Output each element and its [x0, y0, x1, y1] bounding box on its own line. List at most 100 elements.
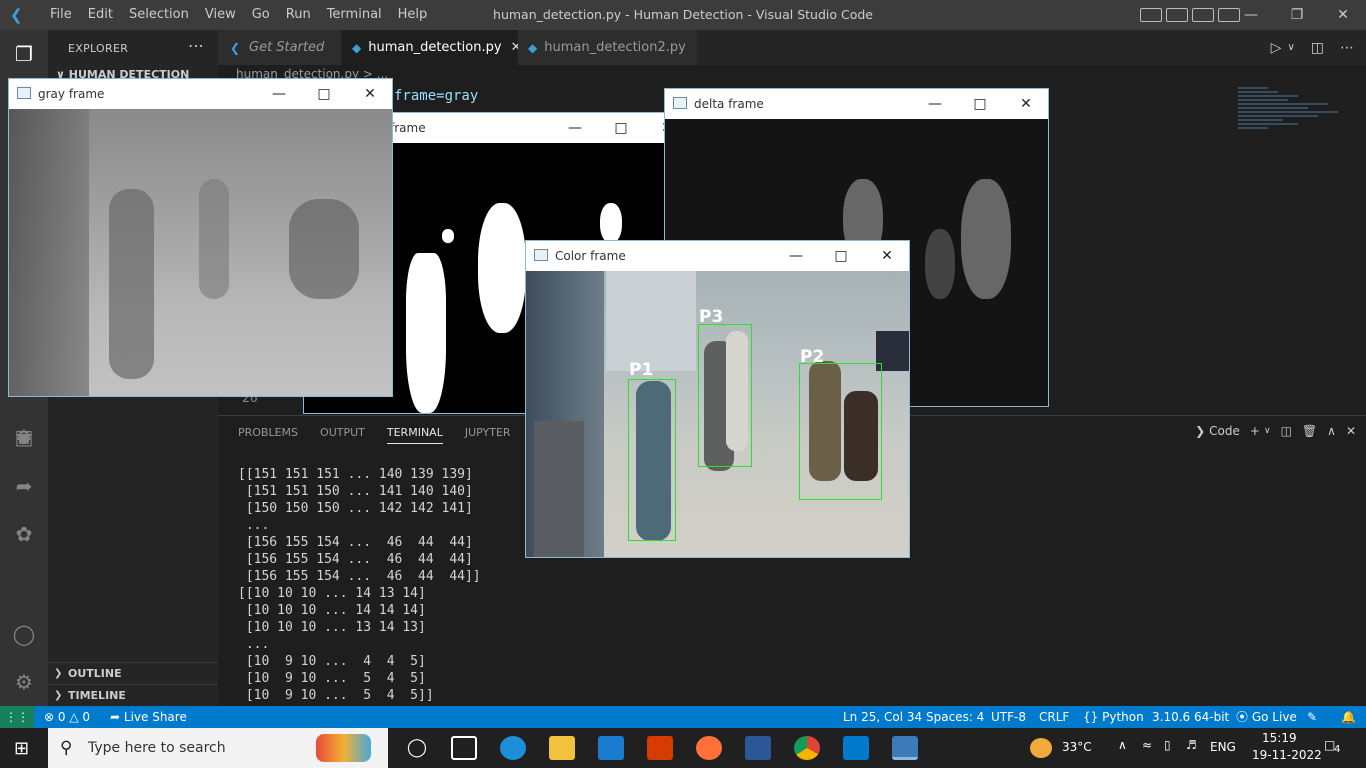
toggle-panel-icon[interactable]	[1166, 8, 1188, 22]
feedback-icon[interactable]: ✎	[1307, 706, 1317, 728]
menu-terminal[interactable]: Terminal	[319, 0, 390, 30]
window-title: delta frame	[694, 97, 764, 111]
cursor-position[interactable]: Ln 25, Col 34	[843, 706, 922, 728]
color-frame-image: P1 P2 P3	[526, 271, 909, 557]
window-titlebar[interactable]: Color frame — □ ✕	[526, 241, 909, 271]
live-share-icon[interactable]: ➦	[12, 474, 36, 498]
vscode-taskbar-icon[interactable]	[843, 736, 869, 760]
language-mode[interactable]: {} Python	[1083, 706, 1144, 728]
encoding[interactable]: UTF-8	[991, 706, 1026, 728]
chrome-icon[interactable]	[794, 736, 820, 760]
tab-human-detection2[interactable]: ◆ human_detection2.py	[518, 30, 698, 65]
python-interpreter[interactable]: 3.10.6 64-bit	[1152, 706, 1229, 728]
maximize-button[interactable]: □	[957, 89, 1003, 119]
menu-view[interactable]: View	[197, 0, 244, 30]
python-icon[interactable]: ✿	[12, 522, 36, 546]
notifications-icon[interactable]: 🔔	[1341, 706, 1356, 728]
cortana-icon[interactable]: ◯	[404, 736, 430, 760]
go-live-status[interactable]: ⦿ Go Live	[1236, 706, 1297, 728]
office-icon[interactable]	[647, 736, 673, 760]
minimize-button[interactable]: —	[552, 113, 598, 143]
minimize-button[interactable]: —	[256, 79, 302, 109]
weather-temp[interactable]: 33°C	[1062, 740, 1092, 754]
edge-icon[interactable]	[500, 736, 526, 760]
chevron-down-icon[interactable]: ∨	[1264, 426, 1271, 436]
menu-file[interactable]: File	[42, 0, 80, 30]
gray-frame-window[interactable]: gray frame — □ ✕	[8, 78, 393, 397]
minimap[interactable]	[1238, 85, 1348, 165]
close-panel-icon[interactable]: ✕	[1346, 424, 1356, 438]
task-view-icon[interactable]	[451, 736, 477, 760]
timeline-section[interactable]: ❯ TIMELINE	[48, 684, 218, 706]
color-frame-window[interactable]: Color frame — □ ✕ P1 P2 P3	[525, 240, 910, 558]
maximize-button[interactable]: □	[818, 241, 864, 271]
menu-help[interactable]: Help	[390, 0, 436, 30]
mail-icon[interactable]	[598, 736, 624, 760]
python-taskbar-icon[interactable]	[892, 736, 918, 760]
taskbar-search[interactable]: ⚲ Type here to search	[48, 728, 388, 768]
explorer-icon[interactable]: ❐	[12, 42, 36, 66]
close-button[interactable]: ✕	[1003, 89, 1048, 119]
menu-edit[interactable]: Edit	[80, 0, 121, 30]
word-icon[interactable]	[745, 736, 771, 760]
clock-time[interactable]: 15:19	[1262, 731, 1297, 745]
restore-button[interactable]: ❐	[1274, 0, 1320, 30]
maximize-button[interactable]: □	[598, 113, 644, 143]
window-titlebar[interactable]: gray frame — □ ✕	[9, 79, 392, 109]
tab-human-detection[interactable]: ◆ human_detection.py ✕	[342, 30, 521, 65]
gray-frame-image	[9, 109, 392, 396]
chevron-down-icon[interactable]: ∨	[1287, 42, 1294, 53]
windows-start-icon[interactable]: ⊞	[14, 738, 29, 759]
settings-gear-icon[interactable]: ⚙	[12, 670, 36, 694]
tab-terminal[interactable]: TERMINAL	[386, 426, 443, 444]
file-explorer-icon[interactable]	[549, 736, 575, 760]
chevron-up-icon[interactable]: ∧	[1118, 738, 1127, 752]
split-terminal-icon[interactable]: ◫	[1281, 424, 1292, 438]
terminal-profile[interactable]: Code	[1209, 424, 1240, 438]
minimize-button[interactable]: —	[773, 241, 819, 271]
minimize-button[interactable]: —	[912, 89, 958, 119]
more-actions-icon[interactable]: ⋯	[1340, 40, 1354, 56]
close-button[interactable]: ✕	[1320, 0, 1366, 30]
trash-icon[interactable]: 🗑	[1302, 424, 1317, 438]
battery-icon[interactable]: ▯	[1164, 738, 1171, 752]
network-icon[interactable]: ≈	[1142, 738, 1152, 752]
live-share-status[interactable]: ➦ Live Share	[110, 706, 187, 728]
firefox-icon[interactable]	[696, 736, 722, 760]
tab-get-started[interactable]: ❮ Get Started	[218, 30, 342, 65]
window-titlebar[interactable]: delta frame — □ ✕	[665, 89, 1048, 119]
more-actions-icon[interactable]: ⋯	[188, 36, 204, 55]
terminal-line: [151 151 150 ... 141 140 140]	[238, 484, 473, 499]
clock-date[interactable]: 19-11-2022	[1252, 748, 1322, 762]
remote-explorer-icon[interactable]: ▣	[12, 425, 36, 449]
tab-output[interactable]: OUTPUT	[320, 426, 365, 444]
delta-blob	[961, 179, 1011, 299]
menu-run[interactable]: Run	[278, 0, 319, 30]
tab-jupyter[interactable]: JUPYTER	[465, 426, 511, 444]
account-icon[interactable]: ◯	[12, 622, 36, 646]
problems-status[interactable]: ⊗ 0 △ 0	[44, 706, 90, 728]
toggle-secondary-sidebar-icon[interactable]	[1192, 8, 1214, 22]
remote-icon[interactable]: ⋮⋮	[0, 706, 34, 728]
tab-problems[interactable]: PROBLEMS	[238, 426, 298, 444]
menu-go[interactable]: Go	[244, 0, 278, 30]
line-ending[interactable]: CRLF	[1039, 706, 1069, 728]
maximize-button[interactable]: □	[301, 79, 347, 109]
input-language[interactable]: ENG	[1210, 740, 1236, 754]
terminal-line: [10 9 10 ... 5 4 5]	[238, 671, 426, 686]
outline-section[interactable]: ❯ OUTLINE	[48, 662, 218, 684]
toggle-sidebar-icon[interactable]	[1140, 8, 1162, 22]
close-button[interactable]: ✕	[864, 241, 909, 271]
menu-selection[interactable]: Selection	[121, 0, 197, 30]
close-button[interactable]: ✕	[347, 79, 392, 109]
new-terminal-icon[interactable]: +	[1250, 424, 1260, 438]
terminal-output[interactable]: [[151 151 151 ... 140 139 139] [151 151 …	[238, 466, 481, 704]
weather-icon[interactable]	[1030, 738, 1052, 758]
minimize-button[interactable]: —	[1228, 0, 1274, 30]
indentation[interactable]: Spaces: 4	[926, 706, 984, 728]
maximize-panel-icon[interactable]: ∧	[1327, 424, 1336, 438]
split-editor-icon[interactable]: ◫	[1311, 40, 1324, 56]
volume-icon[interactable]: ♬	[1186, 738, 1197, 752]
run-icon[interactable]: ▷	[1271, 40, 1282, 56]
editor-tabs: ❮ Get Started ◆ human_detection.py ✕ ◆ h…	[218, 30, 1366, 65]
